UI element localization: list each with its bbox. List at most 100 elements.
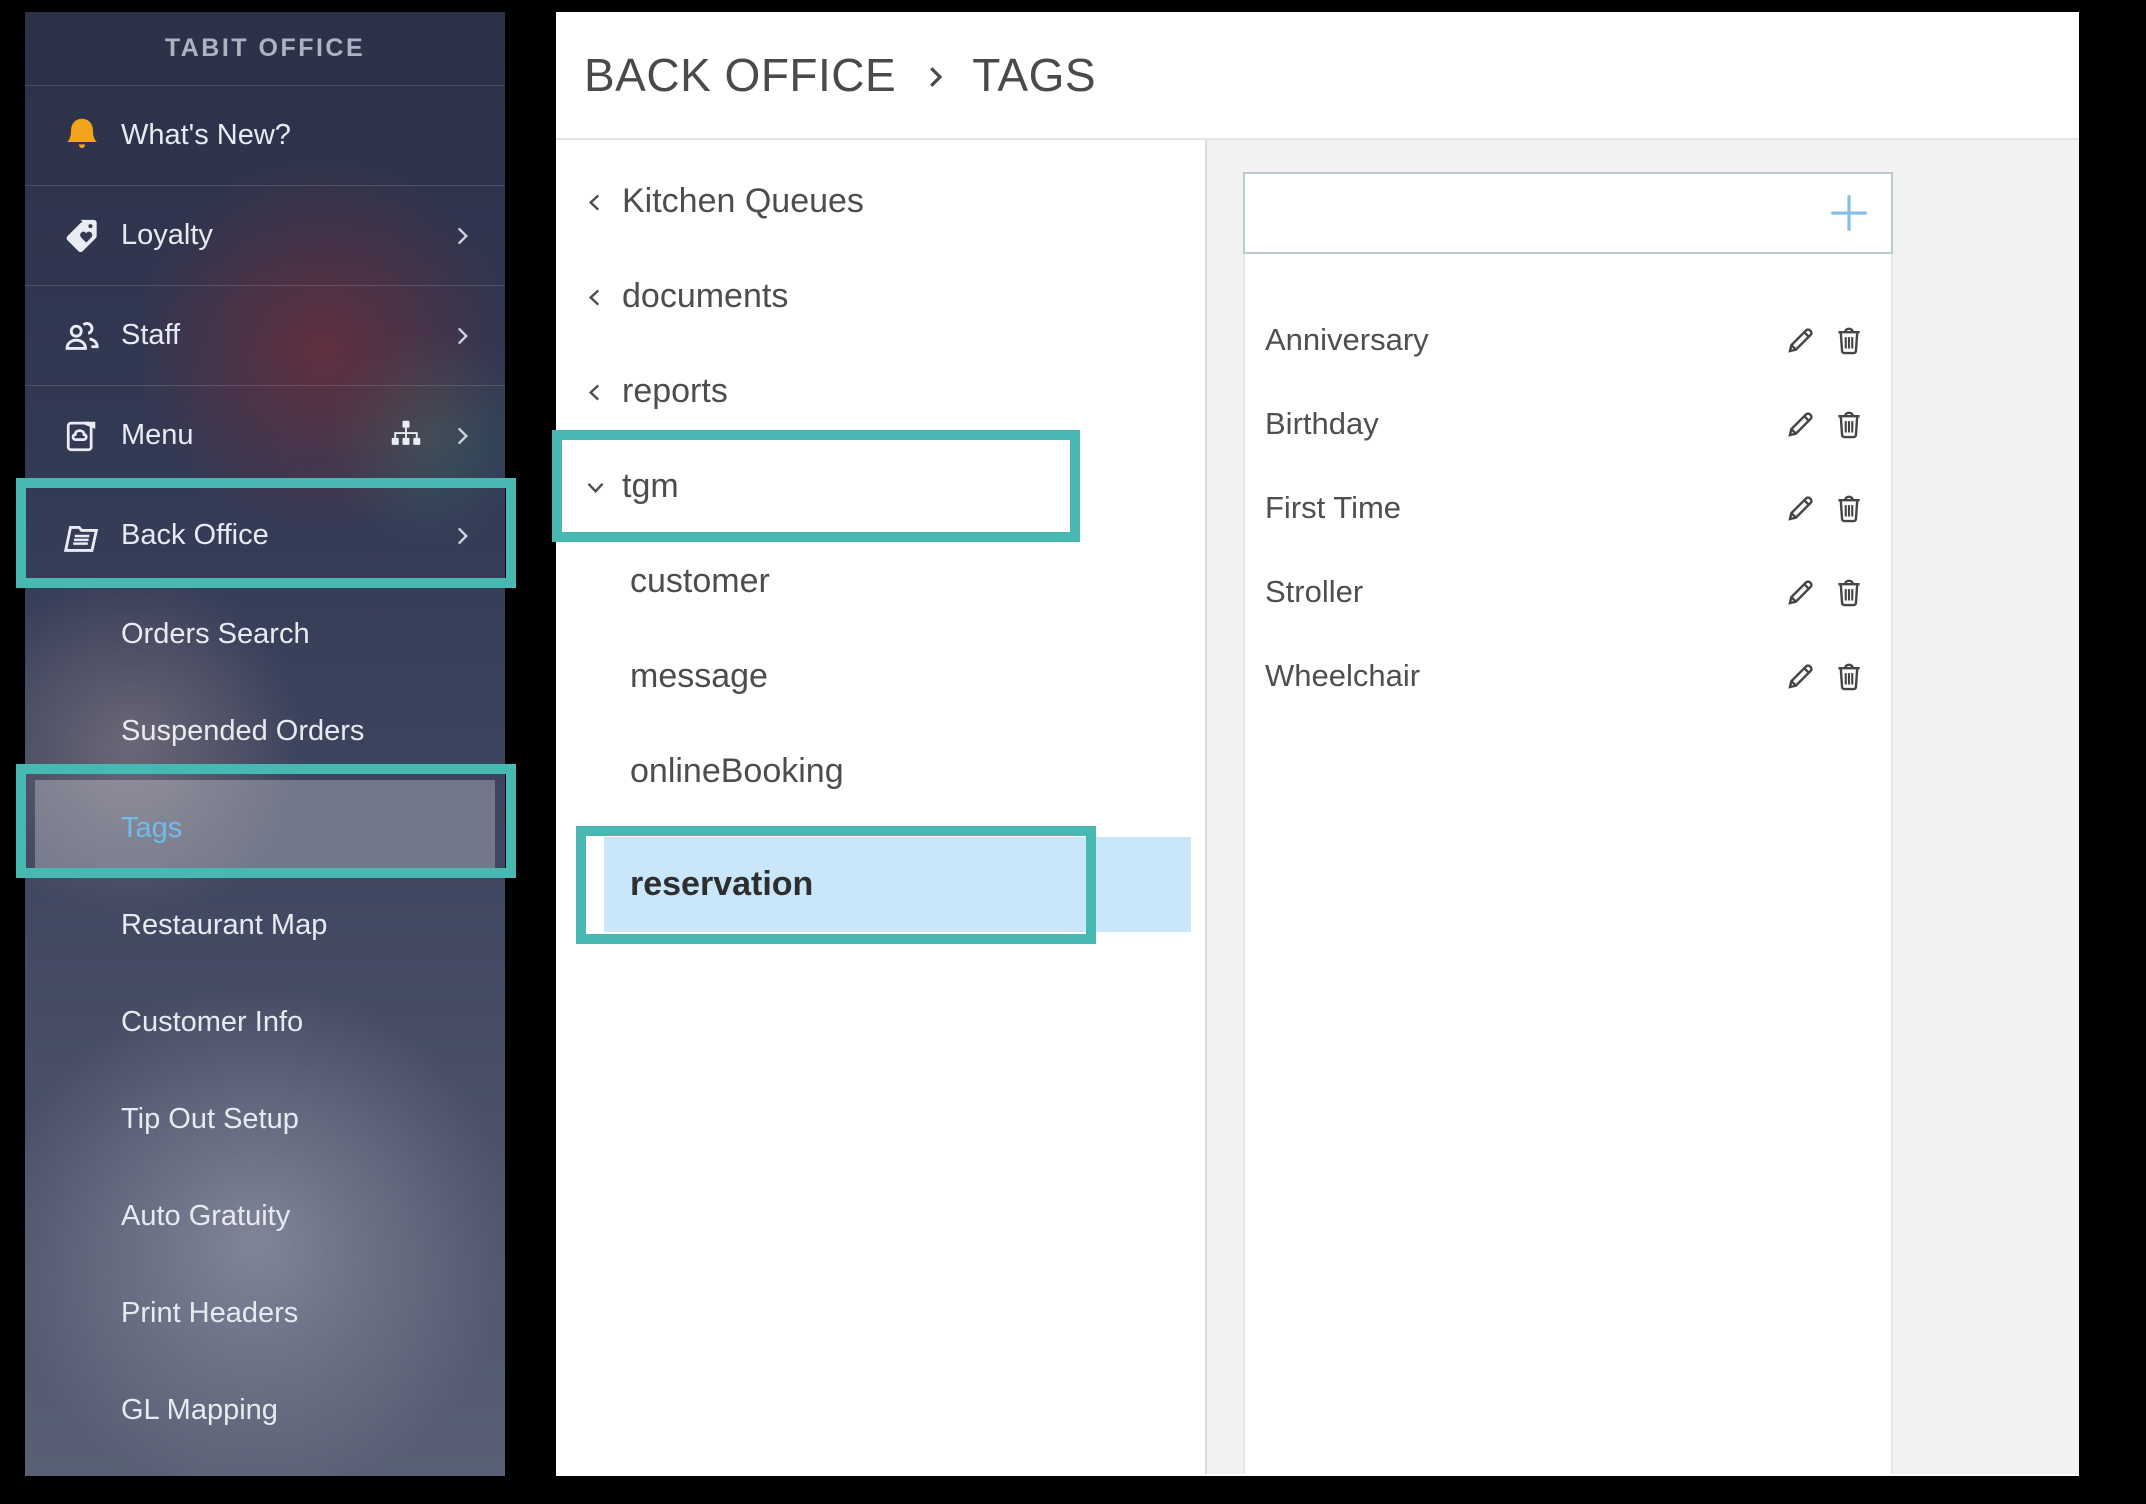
edit-tag-button[interactable] (1781, 488, 1821, 528)
tree-item-label: documents (622, 277, 788, 316)
sidebar-subitem-label: GL Mapping (121, 1394, 278, 1427)
sidebar-item-label: Staff (121, 319, 449, 352)
plus-icon (1824, 188, 1874, 238)
sidebar-item-tags[interactable]: Tags (35, 780, 495, 877)
sidebar-subitem-label: Customer Info (121, 1006, 303, 1039)
sidebar-subitem-label: Restaurant Map (121, 909, 327, 942)
tabit-office-app: TABIT OFFICE What's New? Loyalty (0, 0, 2146, 1504)
sidebar-item-customer-info[interactable]: Customer Info (25, 974, 505, 1071)
tree-item-label: customer (630, 562, 770, 601)
trash-icon (1832, 575, 1866, 609)
trash-icon (1832, 491, 1866, 525)
chevron-left-icon (582, 284, 608, 310)
tree-item-label: tgm (622, 467, 679, 506)
sidebar-item-menu[interactable]: Menu (25, 386, 505, 486)
edit-tag-button[interactable] (1781, 320, 1821, 360)
chevron-right-icon (920, 59, 950, 95)
tags-card: Anniversary (1243, 140, 1893, 1474)
sidebar-item-back-office[interactable]: Back Office (25, 486, 505, 586)
tree-item-label: reservation (630, 865, 813, 904)
tag-row-wheelchair: Wheelchair (1265, 634, 1869, 718)
trash-icon (1832, 659, 1866, 693)
sidebar-item-label: Back Office (121, 519, 449, 552)
loyalty-tag-icon (57, 211, 107, 261)
sidebar-subitem-label: Print Headers (121, 1297, 298, 1330)
pencil-icon (1784, 323, 1818, 357)
tree-item-message[interactable]: message (556, 629, 1205, 724)
app-title: TABIT OFFICE (25, 12, 505, 86)
sidebar-item-restaurant-map[interactable]: Restaurant Map (25, 877, 505, 974)
tree-item-reservation[interactable]: reservation (604, 837, 1191, 932)
breadcrumb-current: TAGS (972, 48, 1096, 102)
edit-tag-button[interactable] (1781, 656, 1821, 696)
bell-icon (57, 111, 107, 161)
add-tag-button[interactable] (1823, 187, 1875, 239)
sidebar-item-staff[interactable]: Staff (25, 286, 505, 386)
tree-item-onlinebooking[interactable]: onlineBooking (556, 724, 1205, 819)
pencil-icon (1784, 575, 1818, 609)
tag-name: Birthday (1265, 406, 1781, 442)
trash-icon (1832, 323, 1866, 357)
pencil-icon (1784, 491, 1818, 525)
tree-item-label: message (630, 657, 768, 696)
delete-tag-button[interactable] (1829, 572, 1869, 612)
sidebar-item-label: What's New? (121, 119, 475, 152)
chevron-right-icon (449, 223, 475, 249)
delete-tag-button[interactable] (1829, 404, 1869, 444)
main-content: BACK OFFICE TAGS Kitchen Queues (556, 12, 2079, 1476)
sidebar-subitem-label: Tags (121, 812, 182, 845)
sidebar-item-orders-search[interactable]: Orders Search (25, 586, 505, 683)
tag-category-tree: Kitchen Queues documents reports (556, 140, 1205, 1474)
sidebar-subitem-label: Orders Search (121, 618, 310, 651)
breadcrumb: BACK OFFICE TAGS (556, 12, 2079, 140)
delete-tag-button[interactable] (1829, 320, 1869, 360)
delete-tag-button[interactable] (1829, 488, 1869, 528)
sidebar-subitem-label: Suspended Orders (121, 715, 364, 748)
delete-tag-button[interactable] (1829, 656, 1869, 696)
chevron-down-icon (582, 474, 608, 500)
tag-row-anniversary: Anniversary (1265, 298, 1869, 382)
chevron-right-icon (449, 323, 475, 349)
tag-name: Wheelchair (1265, 658, 1781, 694)
content-area: Kitchen Queues documents reports (556, 140, 2079, 1474)
menu-board-icon (57, 411, 107, 461)
tag-row-stroller: Stroller (1265, 550, 1869, 634)
breadcrumb-parent[interactable]: BACK OFFICE (584, 48, 896, 102)
sidebar-subitem-label: Auto Gratuity (121, 1200, 290, 1233)
sidebar-item-suspended-orders[interactable]: Suspended Orders (25, 683, 505, 780)
tree-item-label: Kitchen Queues (622, 182, 864, 221)
tag-row-birthday: Birthday (1265, 382, 1869, 466)
tree-item-tgm[interactable]: tgm (556, 439, 1205, 534)
sidebar-item-auto-gratuity[interactable]: Auto Gratuity (25, 1168, 505, 1265)
chevron-left-icon (582, 379, 608, 405)
tree-item-kitchen-queues[interactable]: Kitchen Queues (556, 154, 1205, 249)
edit-tag-button[interactable] (1781, 404, 1821, 444)
tag-list: Anniversary (1243, 254, 1893, 1474)
tree-item-label: onlineBooking (630, 752, 844, 791)
sidebar-item-print-headers[interactable]: Print Headers (25, 1265, 505, 1362)
sidebar-item-whats-new[interactable]: What's New? (25, 86, 505, 186)
sidebar-item-loyalty[interactable]: Loyalty (25, 186, 505, 286)
chevron-right-icon (449, 423, 475, 449)
sidebar-item-tip-out-setup[interactable]: Tip Out Setup (25, 1071, 505, 1168)
tree-item-documents[interactable]: documents (556, 249, 1205, 344)
staff-icon (57, 311, 107, 361)
tags-panel: Anniversary (1207, 140, 2079, 1474)
sidebar-item-gl-mapping[interactable]: GL Mapping (25, 1362, 505, 1459)
back-office-folder-icon (57, 511, 107, 561)
tag-name: Stroller (1265, 574, 1781, 610)
tag-name: Anniversary (1265, 322, 1781, 358)
new-tag-input[interactable] (1245, 174, 1891, 252)
tag-name: First Time (1265, 490, 1781, 526)
tree-item-reports[interactable]: reports (556, 344, 1205, 439)
sidebar-subitem-label: Tip Out Setup (121, 1103, 299, 1136)
new-tag-row (1243, 172, 1893, 254)
trash-icon (1832, 407, 1866, 441)
sitemap-icon (387, 416, 427, 456)
edit-tag-button[interactable] (1781, 572, 1821, 612)
pencil-icon (1784, 659, 1818, 693)
sidebar-item-label: Menu (121, 419, 387, 452)
tree-item-customer[interactable]: customer (556, 534, 1205, 629)
back-office-submenu: Orders Search Suspended Orders Tags Rest… (25, 586, 505, 1459)
chevron-left-icon (582, 189, 608, 215)
